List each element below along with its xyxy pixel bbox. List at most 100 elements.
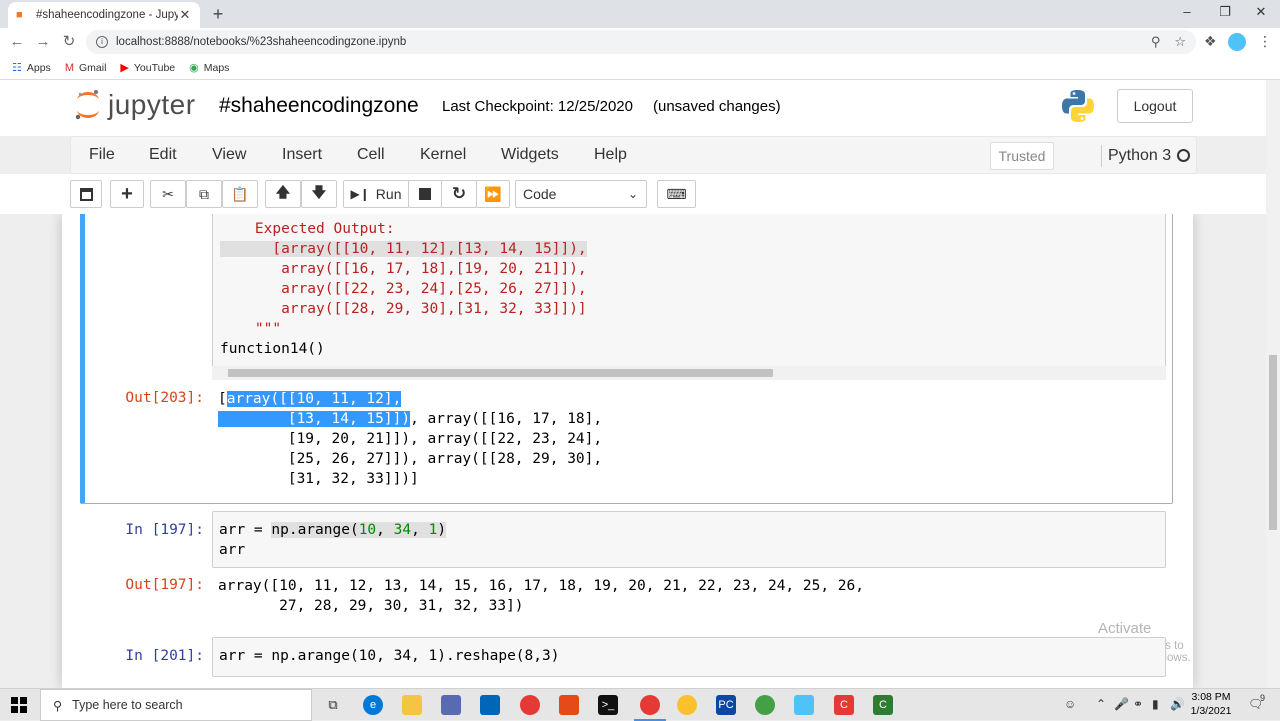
bookmark-youtube[interactable]: ▶ YouTube — [120, 61, 175, 75]
scrollbar-thumb[interactable] — [1269, 355, 1277, 530]
code-line-highlighted: [array([[10, 11, 12],[13, 14, 15]]), — [220, 241, 587, 257]
app-icon[interactable] — [559, 695, 579, 715]
kernel-name[interactable]: Python 3 — [1101, 145, 1171, 167]
tab-title: #shaheencodingzone - Jupyter N — [36, 9, 178, 21]
bookmark-maps[interactable]: ◉ Maps — [189, 61, 229, 75]
output-line[interactable]: [array([[10, 11, 12], — [218, 389, 402, 409]
output-line[interactable]: [13, 14, 15]]), array([[16, 17, 18], — [218, 409, 602, 429]
bookmark-gmail[interactable]: M Gmail — [65, 62, 107, 74]
run-button[interactable]: ▶❙ Run — [343, 180, 409, 208]
paste-icon: 📋 — [231, 185, 249, 202]
chrome-canary-icon[interactable] — [677, 695, 697, 715]
kernel-status-icon — [1177, 149, 1190, 162]
save-icon — [79, 187, 93, 201]
bookmark-label: Gmail — [78, 61, 107, 74]
chrome-icon[interactable] — [520, 695, 540, 715]
close-tab-icon[interactable]: ✕ — [178, 7, 192, 23]
file-explorer-icon[interactable] — [402, 695, 422, 715]
app-icon[interactable] — [794, 695, 814, 715]
code-number: 10 — [358, 522, 377, 538]
battery-icon[interactable]: ▮ — [1152, 697, 1159, 711]
codeblocks-icon[interactable]: C — [834, 695, 854, 715]
close-window-icon[interactable]: ✕ — [1246, 2, 1276, 22]
bookmark-label: Apps — [26, 61, 51, 74]
menu-kernel[interactable]: Kernel — [420, 146, 466, 164]
url-input[interactable]: i localhost:8888/notebooks/%23shaheencod… — [86, 30, 1196, 54]
logout-button[interactable]: Logout — [1117, 89, 1193, 123]
edge-browser-icon[interactable]: e — [363, 695, 383, 715]
selected-output-text: array([[10, 11, 12], — [226, 391, 402, 407]
new-tab-icon[interactable]: + — [208, 4, 228, 25]
microsoft-store-icon[interactable] — [480, 695, 500, 715]
app-icon[interactable] — [755, 695, 775, 715]
cut-button[interactable]: ✂ — [150, 180, 186, 208]
minimize-icon[interactable]: – — [1172, 2, 1202, 22]
copy-button[interactable]: ⧉ — [186, 180, 222, 208]
app-icon[interactable] — [441, 695, 461, 715]
arrow-down-icon: 🡇 — [311, 184, 327, 200]
menu-view[interactable]: View — [212, 146, 246, 164]
command-palette-button[interactable]: ⌨ — [657, 180, 696, 208]
output-line: array([10, 11, 12, 13, 14, 15, 16, 17, 1… — [218, 578, 865, 594]
maximize-icon[interactable]: ❐ — [1210, 2, 1240, 22]
page-vertical-scrollbar[interactable] — [1266, 80, 1280, 688]
youtube-icon: ▶ — [120, 62, 129, 74]
save-button[interactable] — [70, 180, 102, 208]
site-info-icon[interactable]: i — [96, 36, 108, 48]
output-line: [19, 20, 21]]), array([[22, 23, 24], — [218, 431, 603, 447]
browser-tab[interactable]: ■ #shaheencodingzone - Jupyter N ✕ — [8, 2, 200, 28]
bookmark-apps[interactable]: ☷ Apps — [12, 61, 51, 75]
interrupt-button[interactable] — [408, 180, 442, 208]
trusted-badge[interactable]: Trusted — [990, 142, 1054, 170]
microphone-icon[interactable]: 🎤 — [1114, 697, 1129, 711]
notebook-area: Expected Output: [array([[10, 11, 12],[1… — [0, 214, 1266, 688]
menu-cell[interactable]: Cell — [357, 146, 385, 164]
browser-menu-icon[interactable]: ⋮ — [1258, 33, 1272, 50]
gmail-icon: M — [64, 61, 74, 74]
output-text: [ — [218, 391, 227, 407]
task-view-icon[interactable]: ⧉ — [323, 695, 343, 715]
clock-time: 3:08 PM — [1191, 691, 1231, 703]
menu-widgets[interactable]: Widgets — [501, 146, 559, 164]
reload-icon[interactable]: ↻ — [58, 32, 80, 52]
url-text: localhost:8888/notebooks/%23shaheencodin… — [116, 36, 407, 48]
people-icon[interactable]: ☺ — [1064, 697, 1076, 711]
menu-file[interactable]: File — [89, 146, 115, 164]
insert-cell-button[interactable]: + — [110, 180, 144, 208]
address-bar-row: ← → ↻ i localhost:8888/notebooks/%23shah… — [0, 28, 1280, 56]
output-text: , array([[16, 17, 18], — [410, 411, 603, 427]
network-icon[interactable]: ⚭ — [1133, 697, 1143, 711]
move-down-button[interactable]: 🡇 — [301, 180, 337, 208]
move-up-button[interactable]: 🡅 — [265, 180, 301, 208]
profile-avatar[interactable] — [1228, 33, 1246, 51]
code-number: 1 — [428, 522, 438, 538]
pycharm-icon[interactable]: PC — [716, 695, 736, 715]
output-line: 27, 28, 29, 30, 31, 32, 33]) — [218, 598, 524, 614]
volume-icon[interactable]: 🔊 — [1170, 697, 1185, 711]
windows-start-icon[interactable] — [11, 697, 27, 713]
back-icon[interactable]: ← — [6, 32, 28, 52]
restart-icon: ↻ — [451, 184, 467, 203]
forward-icon[interactable]: → — [32, 32, 54, 52]
system-clock[interactable]: 3:08 PM 1/3/2021 — [1188, 690, 1234, 718]
zoom-icon[interactable]: ⚲ — [1151, 34, 1161, 50]
menu-insert[interactable]: Insert — [282, 146, 322, 164]
show-hidden-icons[interactable]: ⌃ — [1096, 697, 1106, 711]
chrome-active-icon[interactable] — [634, 695, 666, 721]
scrollbar-thumb[interactable] — [228, 369, 773, 377]
bookmark-star-icon[interactable]: ☆ — [1174, 34, 1186, 50]
extensions-icon[interactable]: ❖ — [1204, 33, 1217, 50]
horizontal-scrollbar[interactable] — [212, 366, 1166, 380]
jupyter-header: jupyter #shaheencodingzone Last Checkpoi… — [0, 80, 1266, 136]
restart-run-all-button[interactable]: ⏩ — [476, 180, 510, 208]
restart-button[interactable]: ↻ — [441, 180, 477, 208]
menu-edit[interactable]: Edit — [149, 146, 177, 164]
paste-button[interactable]: 📋 — [222, 180, 258, 208]
app-icon[interactable]: C — [873, 695, 893, 715]
taskbar-search-input[interactable]: ⚲ Type here to search — [40, 689, 312, 721]
jupyter-logo[interactable]: jupyter — [74, 88, 196, 122]
notebook-name[interactable]: #shaheencodingzone — [219, 94, 419, 118]
terminal-icon[interactable]: >_ — [598, 695, 618, 715]
cell-type-select[interactable]: Code ⌄ — [515, 180, 647, 208]
menu-help[interactable]: Help — [594, 146, 627, 164]
